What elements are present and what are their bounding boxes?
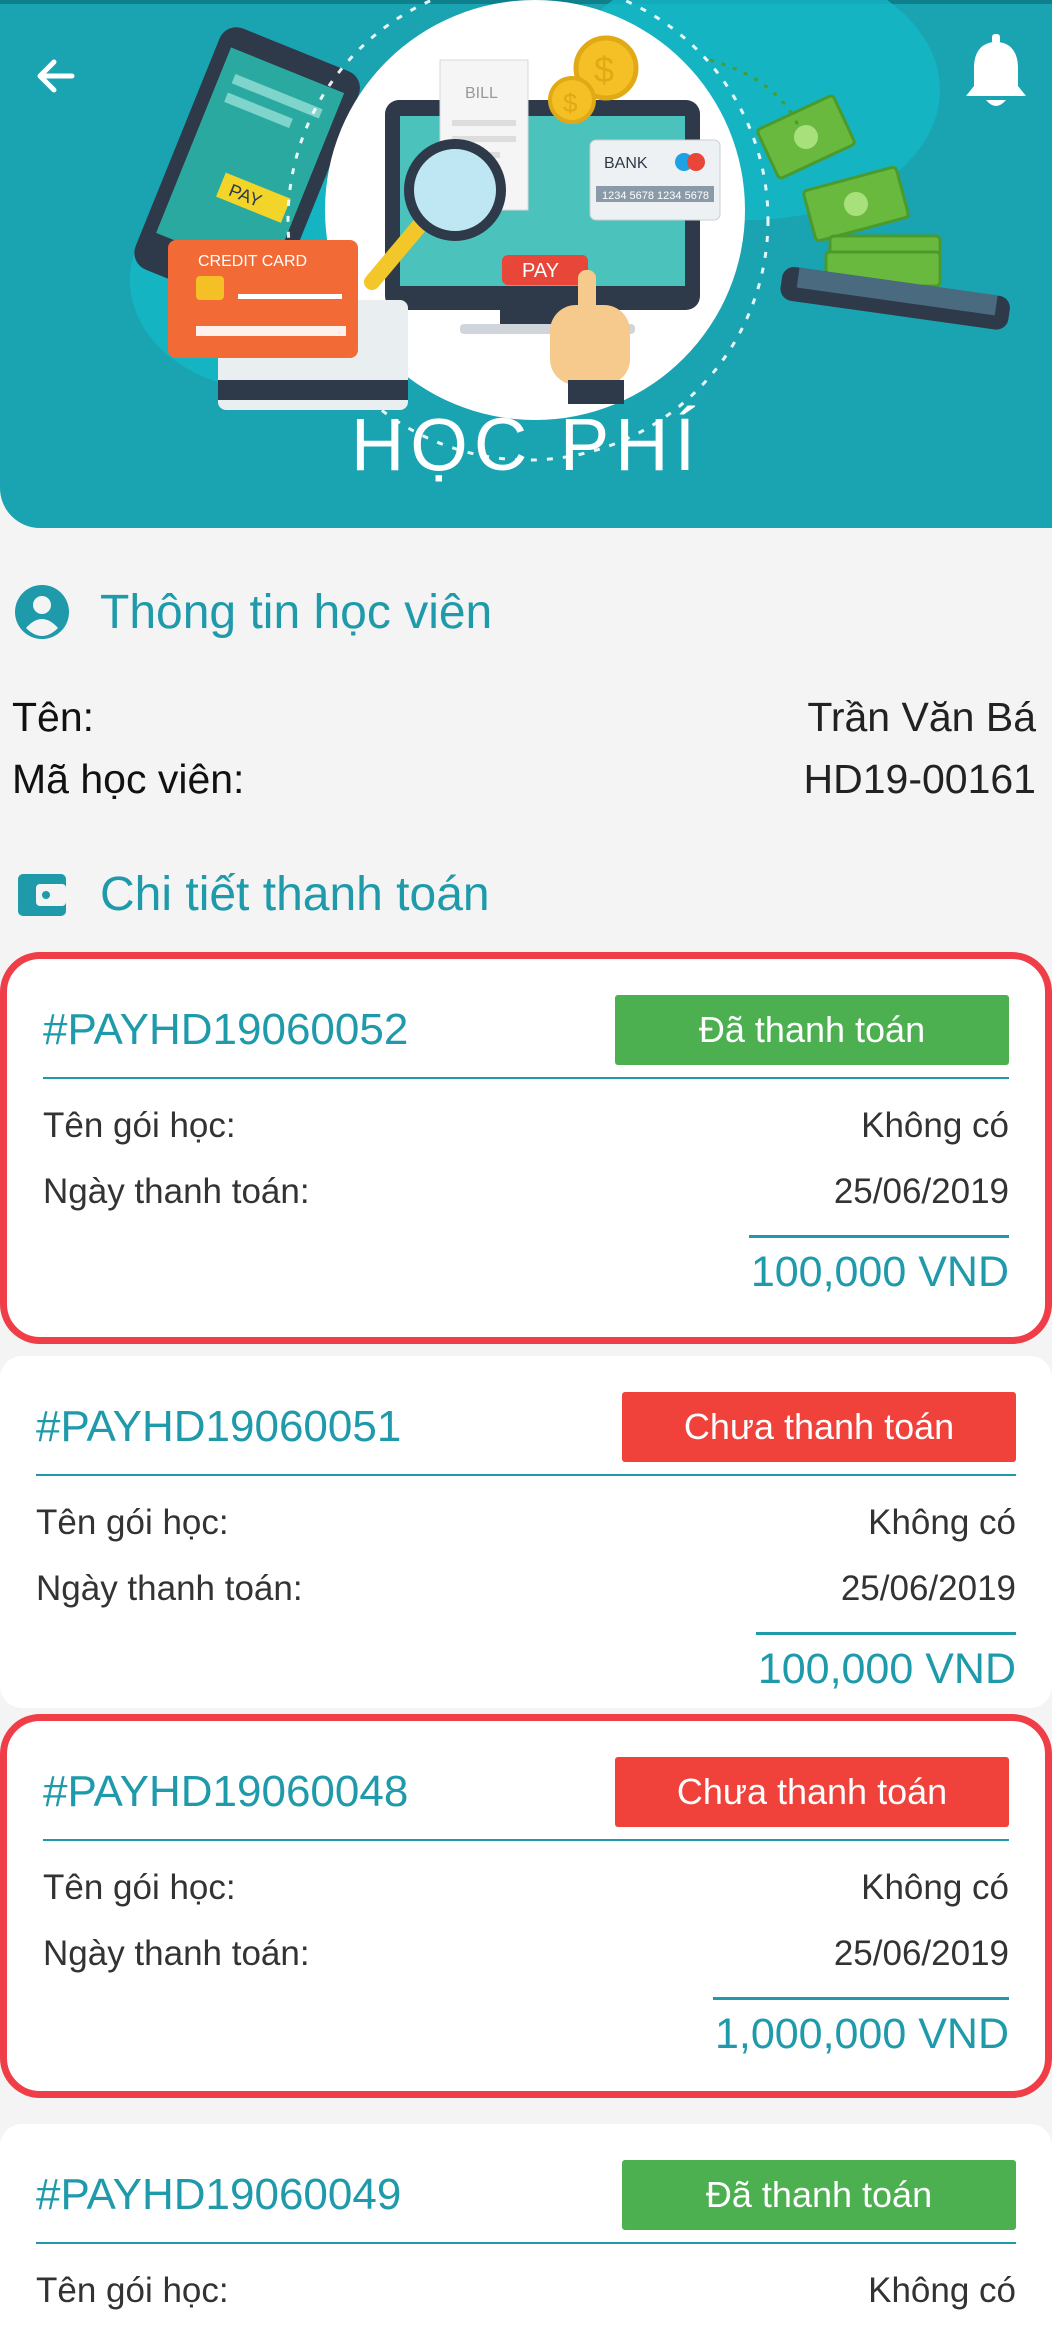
payment-card[interactable]: #PAYHD19060051 Chưa thanh toán Tên gói h… <box>0 1356 1052 1708</box>
date-value: 25/06/2019 <box>840 1569 1016 1608</box>
page-title: HỌC PHÍ <box>350 403 702 486</box>
user-circle-icon <box>12 582 72 642</box>
card-divider <box>43 1839 1009 1841</box>
date-label: Ngày thanh toán: <box>36 1569 303 1608</box>
package-row: Tên gói học: Không có <box>36 1490 1016 1556</box>
date-row: Ngày thanh toán: 25/06/2019 <box>36 1556 1016 1622</box>
back-button[interactable] <box>24 44 88 108</box>
art-card-number: 1234 5678 1234 5678 <box>602 190 709 202</box>
student-id-row: Mã học viên: HD19-00161 <box>12 756 1036 803</box>
payment-card[interactable]: #PAYHD19060049 Đã thanh toán Tên gói học… <box>0 2124 1052 2328</box>
art-bank-label: BANK <box>604 155 648 172</box>
student-id-label: Mã học viên: <box>12 756 245 802</box>
art-credit-card-label: CREDIT CARD <box>198 253 307 270</box>
payment-amount: 1,000,000 VND <box>713 1997 1009 2059</box>
payment-amount: 100,000 VND <box>749 1235 1009 1297</box>
payment-card[interactable]: #PAYHD19060052 Đã thanh toán Tên gói học… <box>0 952 1052 1344</box>
package-value: Không có <box>868 1503 1016 1542</box>
date-label: Ngày thanh toán: <box>43 1172 310 1211</box>
status-badge: Chưa thanh toán <box>615 1757 1009 1827</box>
package-value: Không có <box>861 1106 1009 1145</box>
package-row: Tên gói học: Không có <box>43 1855 1009 1921</box>
student-name-row: Tên: Trần Văn Bá <box>12 694 1036 741</box>
payment-id: #PAYHD19060051 <box>36 1402 402 1451</box>
payment-id: #PAYHD19060049 <box>36 2170 402 2219</box>
student-name-label: Tên: <box>12 694 95 740</box>
card-divider <box>36 1474 1016 1476</box>
arrow-left-icon <box>37 59 75 93</box>
card-divider <box>43 1077 1009 1079</box>
package-label: Tên gói học: <box>43 1106 236 1145</box>
date-row: Ngày thanh toán: 25/06/2019 <box>43 1159 1009 1225</box>
date-label: Ngày thanh toán: <box>43 1934 310 1973</box>
header-banner: PAY BILL BANK 1234 5678 1234 5678 PAY $ … <box>0 0 1052 528</box>
package-value: Không có <box>861 1868 1009 1907</box>
date-row: Ngày thanh toán: 25/06/2019 <box>43 1921 1009 1987</box>
art-bill-label: BILL <box>465 85 498 102</box>
bell-icon <box>966 34 1026 106</box>
payment-details-heading: Chi tiết thanh toán <box>12 864 490 924</box>
payment-id: #PAYHD19060052 <box>43 1005 409 1054</box>
payment-id: #PAYHD19060048 <box>43 1767 409 1816</box>
package-row: Tên gói học: Không có <box>43 1093 1009 1159</box>
package-label: Tên gói học: <box>36 1503 229 1542</box>
package-value: Không có <box>868 2271 1016 2310</box>
date-value: 25/06/2019 <box>833 1172 1009 1211</box>
student-name-value: Trần Văn Bá <box>807 694 1036 740</box>
package-label: Tên gói học: <box>36 2271 229 2310</box>
notification-button[interactable] <box>956 28 1036 116</box>
student-info-heading: Thông tin học viên <box>12 582 492 642</box>
payment-amount: 100,000 VND <box>756 1632 1016 1694</box>
student-info-title: Thông tin học viên <box>100 585 493 639</box>
svg-text:$: $ <box>563 88 578 118</box>
student-id-value: HD19-00161 <box>803 756 1037 802</box>
wallet-icon <box>12 864 72 924</box>
art-pay-button-label: PAY <box>522 260 559 282</box>
status-badge: Đã thanh toán <box>615 995 1009 1065</box>
payment-card[interactable]: #PAYHD19060048 Chưa thanh toán Tên gói h… <box>0 1714 1052 2098</box>
package-row: Tên gói học: Không có <box>36 2258 1016 2324</box>
date-value: 25/06/2019 <box>833 1934 1009 1973</box>
status-badge: Chưa thanh toán <box>622 1392 1016 1462</box>
card-divider <box>36 2242 1016 2244</box>
svg-text:$: $ <box>594 49 614 90</box>
package-label: Tên gói học: <box>43 1868 236 1907</box>
status-badge: Đã thanh toán <box>622 2160 1016 2230</box>
payment-details-title: Chi tiết thanh toán <box>100 867 490 921</box>
